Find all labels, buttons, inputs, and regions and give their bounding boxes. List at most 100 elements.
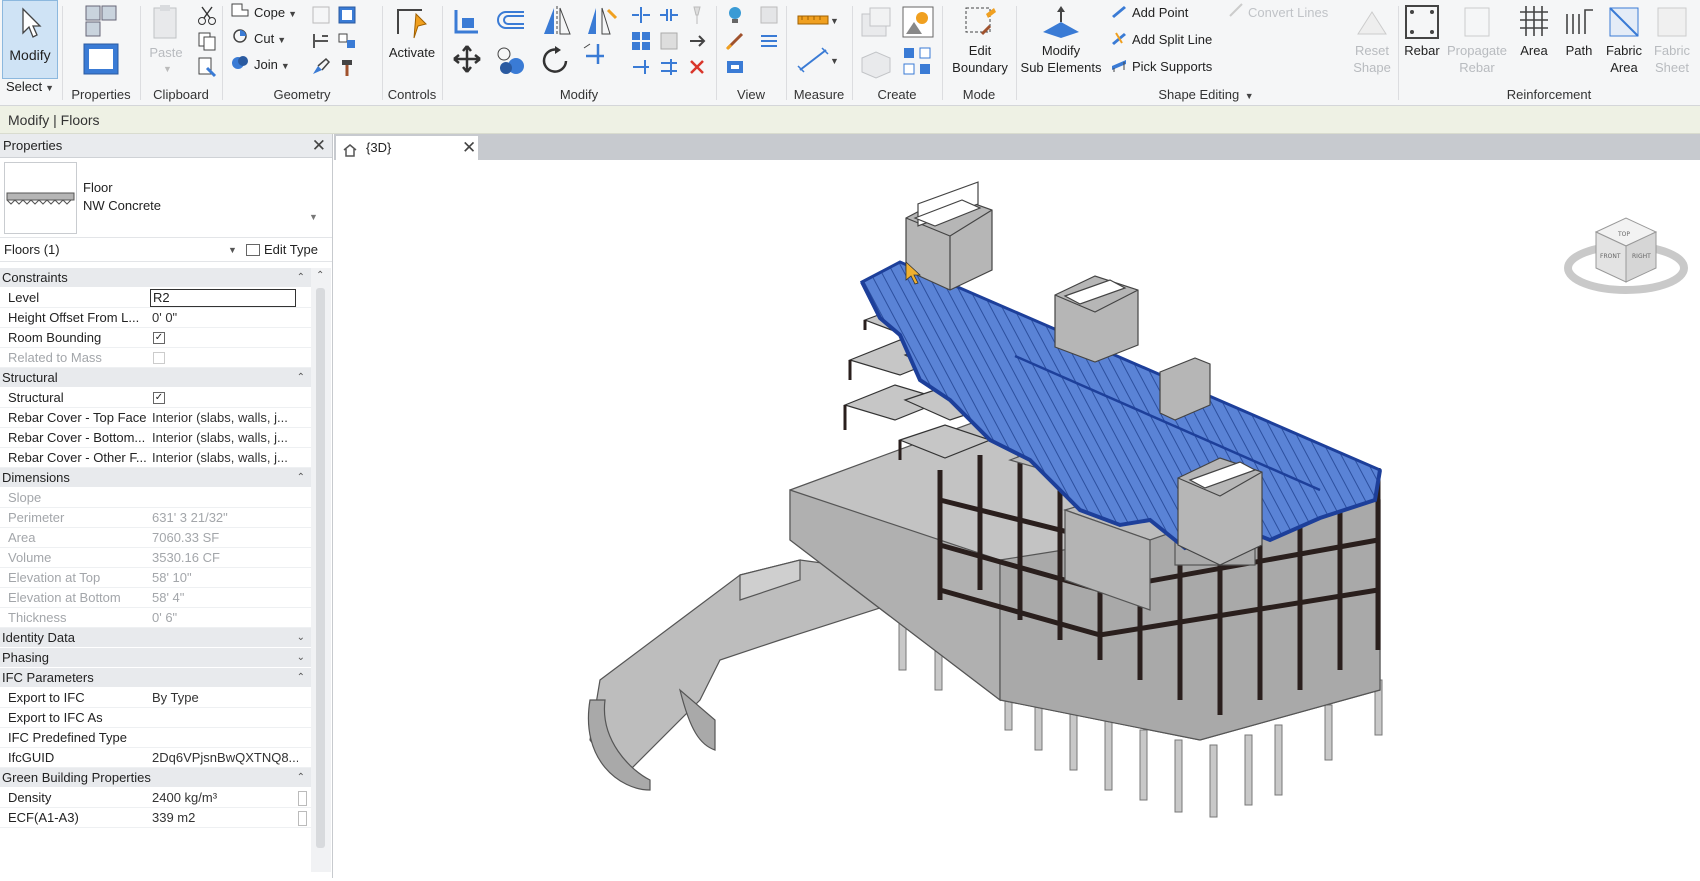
level-field[interactable]: R2 bbox=[150, 289, 296, 307]
group-identity-data[interactable]: Identity Data ⌄ bbox=[0, 628, 311, 648]
array-icon[interactable] bbox=[630, 30, 652, 52]
create-assembly-icon[interactable] bbox=[900, 44, 936, 80]
rebar-button[interactable]: Rebar bbox=[1400, 4, 1444, 59]
unpin-icon[interactable] bbox=[686, 30, 708, 52]
close-icon[interactable]: ✕ bbox=[312, 134, 326, 158]
activate-button[interactable]: Activate bbox=[384, 4, 440, 61]
add-split-line-button[interactable]: Add Split Line bbox=[1110, 29, 1212, 51]
demolish-icon[interactable] bbox=[336, 30, 358, 52]
modify-sub-label-1: Modify bbox=[1041, 43, 1081, 58]
propagate-label-1: Propagate bbox=[1447, 43, 1507, 58]
match-properties-icon[interactable] bbox=[196, 56, 218, 78]
properties-button[interactable] bbox=[70, 4, 130, 78]
fabric-sheet-button[interactable]: Fabric Sheet bbox=[1648, 4, 1696, 76]
light-bulb-icon[interactable] bbox=[724, 4, 746, 26]
pin-icon[interactable] bbox=[686, 4, 708, 26]
room-bounding-checkbox[interactable]: ✓ bbox=[153, 332, 165, 344]
paint-icon[interactable] bbox=[310, 56, 332, 78]
reset-shape-button[interactable]: Reset Shape bbox=[1346, 4, 1398, 76]
trim-single-icon[interactable] bbox=[630, 56, 652, 78]
propagate-rebar-button[interactable]: Propagate Rebar bbox=[1444, 4, 1510, 76]
modify-button[interactable]: Modify bbox=[2, 0, 58, 79]
property-row[interactable]: Rebar Cover - Top Face Interior (slabs, w… bbox=[0, 408, 311, 428]
parameter-button[interactable] bbox=[298, 811, 307, 826]
cut-scissors-icon[interactable] bbox=[196, 4, 218, 26]
shape-editing-panel-title[interactable]: Shape Editing ▼ bbox=[1016, 87, 1396, 102]
select-dropdown[interactable]: Select ▼ bbox=[6, 76, 54, 98]
paste-button[interactable]: Paste ▼ bbox=[146, 4, 186, 78]
copy-move-icon[interactable] bbox=[494, 44, 528, 78]
property-row[interactable]: Density 2400 kg/m³ bbox=[0, 788, 311, 808]
hammer-icon[interactable] bbox=[336, 56, 358, 78]
scale-icon[interactable] bbox=[658, 30, 680, 52]
structural-checkbox[interactable]: ✓ bbox=[153, 392, 165, 404]
property-row[interactable]: Export to IFC As bbox=[0, 708, 311, 728]
mirror-axis-icon[interactable] bbox=[540, 4, 576, 38]
group-dimensions[interactable]: Dimensions ⌃ bbox=[0, 468, 311, 488]
align-icon[interactable] bbox=[452, 6, 482, 36]
group-constraints[interactable]: Constraints ⌃ bbox=[0, 268, 311, 288]
mirror-draw-icon[interactable] bbox=[584, 4, 620, 38]
property-row[interactable]: Rebar Cover - Other F... Interior (slabs,… bbox=[0, 448, 311, 468]
split-element-icon[interactable] bbox=[630, 4, 652, 26]
modify-sub-elements-button[interactable]: Modify Sub Elements bbox=[1018, 4, 1104, 76]
edit-type-button[interactable]: Edit Type bbox=[246, 238, 318, 262]
copy-icon[interactable] bbox=[196, 30, 218, 52]
model-3d-canvas[interactable]: TOP FRONT RIGHT bbox=[334, 160, 1700, 878]
floor-type-thumbnail bbox=[4, 162, 77, 234]
split-gap-icon[interactable] bbox=[658, 4, 680, 26]
viewcube[interactable]: TOP FRONT RIGHT bbox=[1564, 217, 1688, 294]
property-row[interactable]: IFC Predefined Type bbox=[0, 728, 311, 748]
group-ifc-parameters[interactable]: IFC Parameters ⌃ bbox=[0, 668, 311, 688]
property-row[interactable]: Height Offset From L... 0' 0" bbox=[0, 308, 311, 328]
linework-lines-icon[interactable] bbox=[758, 30, 780, 52]
tab-3d-view[interactable]: {3D} ✕ bbox=[336, 136, 478, 160]
rotate-icon[interactable] bbox=[538, 44, 572, 78]
trim-multiple-icon[interactable] bbox=[658, 56, 680, 78]
fabric-area-button[interactable]: Fabric Area bbox=[1600, 4, 1648, 76]
offset-icon[interactable] bbox=[494, 6, 530, 36]
property-row[interactable]: ECF(A1-A3) 339 m2 bbox=[0, 808, 311, 828]
split-face-icon[interactable] bbox=[336, 4, 358, 26]
instance-filter[interactable]: Floors (1) bbox=[4, 238, 60, 262]
chevron-down-icon[interactable]: ▼ bbox=[309, 212, 318, 222]
property-row[interactable]: Export to IFC By Type bbox=[0, 688, 311, 708]
hide-element-icon[interactable] bbox=[724, 56, 746, 78]
group-green-building[interactable]: Green Building Properties ⌃ bbox=[0, 768, 311, 788]
area-reinforcement-button[interactable]: Area bbox=[1510, 4, 1558, 59]
type-selector[interactable]: Floor NW Concrete ▼ bbox=[0, 158, 332, 238]
properties-scrollbar[interactable]: ⌃ bbox=[311, 268, 331, 872]
type-name: NW Concrete bbox=[83, 198, 162, 213]
edit-boundary-button[interactable]: Edit Boundary bbox=[946, 4, 1014, 76]
scrollbar-thumb[interactable] bbox=[316, 288, 325, 848]
cut-button[interactable]: Cut ▼ bbox=[230, 28, 286, 50]
create-parts-icon[interactable] bbox=[858, 4, 894, 40]
delete-icon[interactable] bbox=[686, 56, 708, 78]
parameter-button[interactable] bbox=[298, 791, 307, 806]
dimension-icon[interactable]: ▼ bbox=[796, 44, 840, 74]
create-similar-icon[interactable] bbox=[900, 4, 936, 40]
cope-button[interactable]: Cope ▼ bbox=[230, 2, 297, 24]
scroll-up-icon[interactable]: ⌃ bbox=[316, 270, 324, 281]
property-row[interactable]: IfcGUID 2Dq6VPjsnBwQXTNQ8... bbox=[0, 748, 311, 768]
override-icon[interactable] bbox=[758, 4, 780, 26]
chevron-down-icon[interactable]: ▼ bbox=[228, 238, 237, 262]
measure-between-icon[interactable]: ▼ bbox=[796, 8, 840, 30]
expand-icon: ⌄ bbox=[296, 652, 305, 663]
close-icon[interactable]: ✕ bbox=[462, 136, 476, 160]
pick-supports-button[interactable]: Pick Supports bbox=[1110, 56, 1212, 78]
linework-brush-icon[interactable] bbox=[724, 30, 746, 52]
convert-lines-button[interactable]: Convert Lines bbox=[1228, 2, 1328, 24]
create-group-icon[interactable] bbox=[858, 44, 894, 80]
wall-joins-icon[interactable] bbox=[310, 4, 332, 26]
property-row[interactable]: Rebar Cover - Bottom... Interior (slabs, … bbox=[0, 428, 311, 448]
group-structural[interactable]: Structural ⌃ bbox=[0, 368, 311, 388]
propagate-label-2: Rebar bbox=[1459, 60, 1495, 75]
group-phasing[interactable]: Phasing ⌄ bbox=[0, 648, 311, 668]
add-point-button[interactable]: Add Point bbox=[1110, 2, 1188, 24]
join-button[interactable]: Join ▼ bbox=[230, 54, 290, 76]
move-icon[interactable] bbox=[452, 44, 482, 74]
path-reinforcement-button[interactable]: Path bbox=[1558, 4, 1600, 59]
beam-join-icon[interactable] bbox=[310, 30, 332, 52]
trim-extend-icon[interactable] bbox=[580, 36, 610, 66]
